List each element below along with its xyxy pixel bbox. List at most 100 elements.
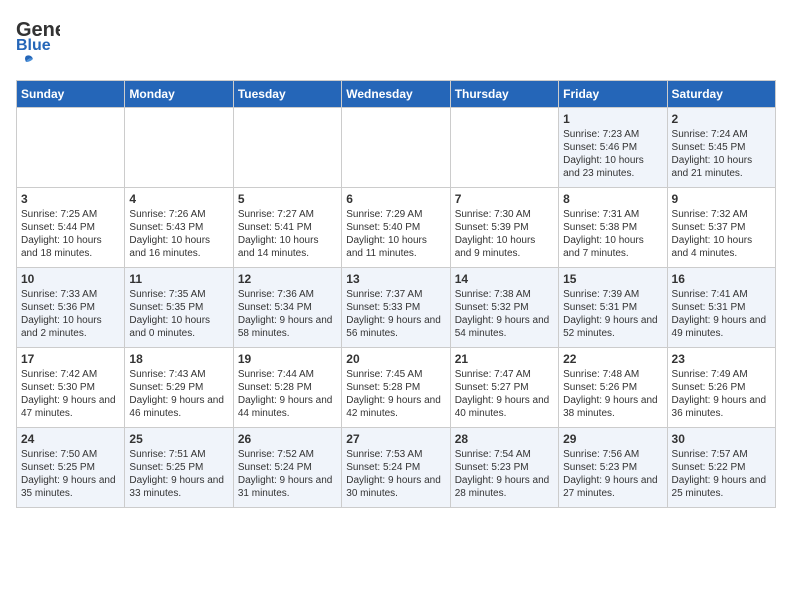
day-number: 10 [21, 272, 120, 286]
day-info: Daylight: 10 hours and 21 minutes. [672, 154, 771, 180]
day-number: 26 [238, 432, 337, 446]
day-info: Sunrise: 7:26 AM [129, 208, 228, 221]
calendar-cell: 9Sunrise: 7:32 AMSunset: 5:37 PMDaylight… [667, 188, 775, 268]
calendar-cell: 27Sunrise: 7:53 AMSunset: 5:24 PMDayligh… [342, 428, 450, 508]
day-info: Daylight: 10 hours and 14 minutes. [238, 234, 337, 260]
day-header-thursday: Thursday [450, 81, 558, 108]
calendar-week-row: 24 Sunrise: 7:50 AM Sunset: 5:25 PM Dayligh… [17, 428, 776, 508]
day-info: Sunset: 5:31 PM [672, 301, 771, 314]
calendar-cell: 6Sunrise: 7:29 AMSunset: 5:40 PMDaylight… [342, 188, 450, 268]
day-number: 30 [672, 432, 771, 446]
day-number: 14 [455, 272, 554, 286]
calendar-cell [17, 108, 125, 188]
day-info: Daylight: 9 hours and 30 minutes. [346, 474, 445, 500]
day-number: 27 [346, 432, 445, 446]
day-info: Sunset: 5:28 PM [346, 381, 445, 394]
day-number: 29 [563, 432, 662, 446]
day-info: Daylight: 9 hours and 52 minutes. [563, 314, 662, 340]
calendar-cell: 25Sunrise: 7:51 AMSunset: 5:25 PMDayligh… [125, 428, 233, 508]
day-info: Sunrise: 7:49 AM [672, 368, 771, 381]
day-number: 9 [672, 192, 771, 206]
day-number: 22 [563, 352, 662, 366]
day-number: 6 [346, 192, 445, 206]
day-number: 5 [238, 192, 337, 206]
day-info: Daylight: 10 hours and 23 minutes. [563, 154, 662, 180]
calendar-cell: 5Sunrise: 7:27 AMSunset: 5:41 PMDaylight… [233, 188, 341, 268]
day-info: Sunset: 5:32 PM [455, 301, 554, 314]
day-number: 28 [455, 432, 554, 446]
day-info: Sunrise: 7:51 AM [129, 448, 228, 461]
day-info: Daylight: 9 hours and 42 minutes. [346, 394, 445, 420]
day-number: 23 [672, 352, 771, 366]
day-number: 12 [238, 272, 337, 286]
calendar-cell: 17Sunrise: 7:42 AMSunset: 5:30 PMDayligh… [17, 348, 125, 428]
day-info: Sunset: 5:34 PM [238, 301, 337, 314]
day-info: Sunset: 5:22 PM [672, 461, 771, 474]
header: General Blue [16, 16, 776, 72]
day-info: Sunset: 5:30 PM [21, 381, 120, 394]
day-info: Sunrise: 7:39 AM [563, 288, 662, 301]
day-header-friday: Friday [559, 81, 667, 108]
day-info: Sunrise: 7:25 AM [21, 208, 120, 221]
calendar-cell: 21Sunrise: 7:47 AMSunset: 5:27 PMDayligh… [450, 348, 558, 428]
day-header-tuesday: Tuesday [233, 81, 341, 108]
day-info: Sunset: 5:24 PM [238, 461, 337, 474]
logo-icon: General Blue [16, 16, 60, 52]
calendar-week-row: 17Sunrise: 7:42 AMSunset: 5:30 PMDayligh… [17, 348, 776, 428]
day-info: Sunrise: 7:44 AM [238, 368, 337, 381]
day-info: Daylight: 9 hours and 44 minutes. [238, 394, 337, 420]
day-header-saturday: Saturday [667, 81, 775, 108]
day-header-monday: Monday [125, 81, 233, 108]
day-info: Daylight: 10 hours and 2 minutes. [21, 314, 120, 340]
day-number: 13 [346, 272, 445, 286]
calendar-cell: 26Sunrise: 7:52 AMSunset: 5:24 PMDayligh… [233, 428, 341, 508]
day-info: Sunset: 5:26 PM [563, 381, 662, 394]
calendar-week-row: 1Sunrise: 7:23 AMSunset: 5:46 PMDaylight… [17, 108, 776, 188]
day-info: Sunrise: 7:24 AM [672, 128, 771, 141]
day-info: Sunset: 5:25 PM [129, 461, 228, 474]
day-info: Sunrise: 7:33 AM [21, 288, 120, 301]
day-info: Sunrise: 7:30 AM [455, 208, 554, 221]
day-info: Sunrise: 7:37 AM [346, 288, 445, 301]
calendar-cell: 7Sunrise: 7:30 AMSunset: 5:39 PMDaylight… [450, 188, 558, 268]
day-info: Sunrise: 7:35 AM [129, 288, 228, 301]
day-number: 15 [563, 272, 662, 286]
calendar-week-row: 3Sunrise: 7:25 AMSunset: 5:44 PMDaylight… [17, 188, 776, 268]
day-info: Sunrise: 7:32 AM [672, 208, 771, 221]
calendar-cell: 8Sunrise: 7:31 AMSunset: 5:38 PMDaylight… [559, 188, 667, 268]
day-number: 4 [129, 192, 228, 206]
calendar-cell: 20Sunrise: 7:45 AMSunset: 5:28 PMDayligh… [342, 348, 450, 428]
calendar-cell: 12 Sunrise: 7:36 AMSunset: 5:34 PMDayligh… [233, 268, 341, 348]
day-info: Daylight: 9 hours and 40 minutes. [455, 394, 554, 420]
day-info: Sunrise: 7:36 AM [238, 288, 337, 301]
day-info: Sunset: 5:26 PM [672, 381, 771, 394]
day-info: Sunset: 5:24 PM [346, 461, 445, 474]
day-info: Daylight: 10 hours and 11 minutes. [346, 234, 445, 260]
calendar-table: SundayMondayTuesdayWednesdayThursdayFrid… [16, 80, 776, 508]
day-info: Daylight: 10 hours and 7 minutes. [563, 234, 662, 260]
calendar-cell [450, 108, 558, 188]
day-info: Sunset: 5:43 PM [129, 221, 228, 234]
calendar-cell: 13Sunrise: 7:37 AMSunset: 5:33 PMDayligh… [342, 268, 450, 348]
day-info: Daylight: 10 hours and 16 minutes. [129, 234, 228, 260]
calendar-cell: 11Sunrise: 7:35 AMSunset: 5:35 PMDayligh… [125, 268, 233, 348]
calendar-cell: 16Sunrise: 7:41 AMSunset: 5:31 PMDayligh… [667, 268, 775, 348]
day-info: Sunset: 5:37 PM [672, 221, 771, 234]
day-info: Daylight: 9 hours and 56 minutes. [346, 314, 445, 340]
day-info: Sunrise: 7:56 AM [563, 448, 662, 461]
day-info: Daylight: 9 hours and 58 minutes. [238, 314, 337, 340]
day-info: Sunrise: 7:57 AM [672, 448, 771, 461]
day-info: Sunset: 5:36 PM [21, 301, 120, 314]
day-info: Sunset: 5:27 PM [455, 381, 554, 394]
day-number: 24 [21, 432, 120, 446]
day-info: Daylight: 9 hours and 47 minutes. [21, 394, 120, 420]
calendar-cell: 18Sunrise: 7:43 AMSunset: 5:29 PMDayligh… [125, 348, 233, 428]
calendar-cell: 15Sunrise: 7:39 AMSunset: 5:31 PMDayligh… [559, 268, 667, 348]
day-info: Sunrise: 7:43 AM [129, 368, 228, 381]
calendar-cell [233, 108, 341, 188]
day-info: Daylight: 9 hours and 36 minutes. [672, 394, 771, 420]
day-info: Sunset: 5:23 PM [563, 461, 662, 474]
day-number: 18 [129, 352, 228, 366]
day-info: Sunset: 5:35 PM [129, 301, 228, 314]
day-info: Sunrise: 7:50 AM [21, 448, 120, 461]
